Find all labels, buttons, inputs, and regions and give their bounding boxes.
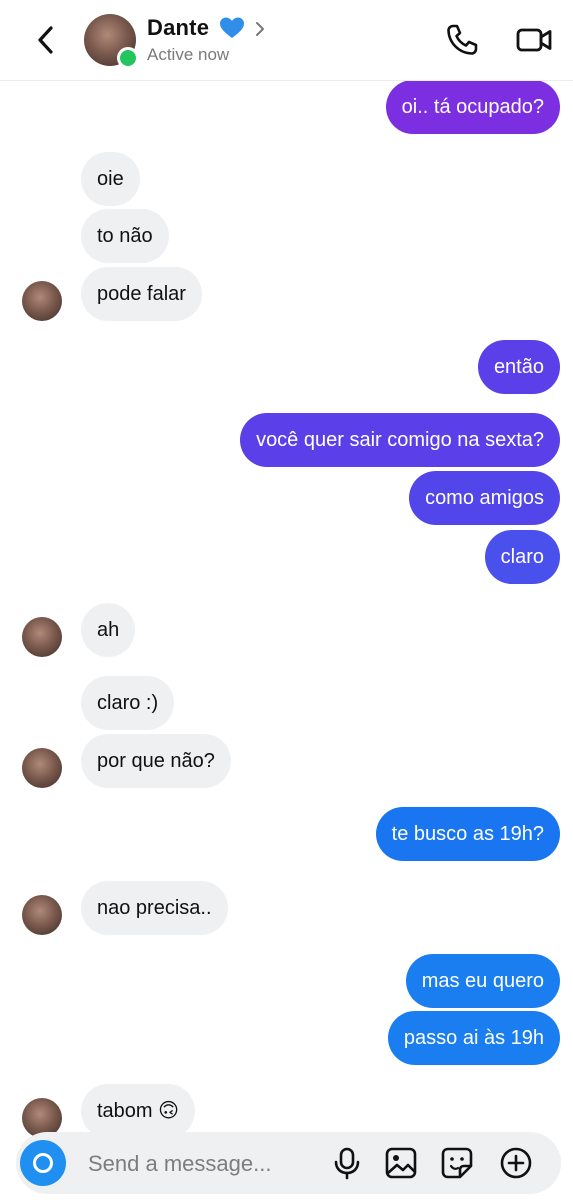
message-incoming[interactable]: tabom 🙃 — [81, 1084, 195, 1138]
message-input[interactable] — [86, 1148, 320, 1180]
plus-circle-icon[interactable] — [499, 1146, 533, 1180]
message-outgoing[interactable]: oi.. tá ocupado? — [385, 80, 560, 134]
message-incoming[interactable]: claro :) — [81, 676, 175, 730]
message-incoming[interactable]: pode falar — [81, 267, 202, 321]
contact-avatar-small[interactable] — [22, 895, 62, 935]
microphone-icon[interactable] — [330, 1146, 364, 1180]
chevron-right-icon[interactable] — [253, 19, 267, 39]
contact-avatar-small[interactable] — [22, 617, 62, 657]
phone-icon[interactable] — [444, 22, 480, 58]
image-icon[interactable] — [384, 1146, 418, 1180]
contact-avatar-small[interactable] — [22, 281, 62, 321]
message-outgoing[interactable]: então — [477, 340, 560, 394]
message-incoming[interactable]: ah — [81, 603, 136, 657]
sticker-icon[interactable] — [440, 1146, 474, 1180]
message-outgoing[interactable]: claro — [484, 530, 560, 584]
blue-heart-icon — [220, 17, 244, 38]
message-incoming[interactable]: por que não? — [81, 734, 231, 788]
back-chevron-icon[interactable] — [30, 22, 62, 58]
contact-avatar-small[interactable] — [22, 748, 62, 788]
camera-button[interactable] — [20, 1140, 66, 1186]
message-outgoing[interactable]: como amigos — [409, 471, 560, 525]
message-outgoing[interactable]: mas eu quero — [405, 954, 560, 1008]
message-outgoing[interactable]: passo ai às 19h — [387, 1011, 560, 1065]
chat-header: Dante Active now — [0, 0, 573, 81]
message-incoming[interactable]: oie — [81, 152, 140, 206]
online-status-dot — [117, 47, 139, 69]
camera-icon — [33, 1153, 53, 1173]
video-camera-icon[interactable] — [515, 22, 553, 58]
message-outgoing[interactable]: te busco as 19h? — [375, 807, 560, 861]
message-incoming[interactable]: nao precisa.. — [81, 881, 228, 935]
message-outgoing[interactable]: você quer sair comigo na sexta? — [240, 413, 560, 467]
active-status: Active now — [147, 45, 230, 64]
contact-name[interactable]: Dante — [147, 15, 209, 41]
message-incoming[interactable]: to não — [81, 209, 169, 263]
